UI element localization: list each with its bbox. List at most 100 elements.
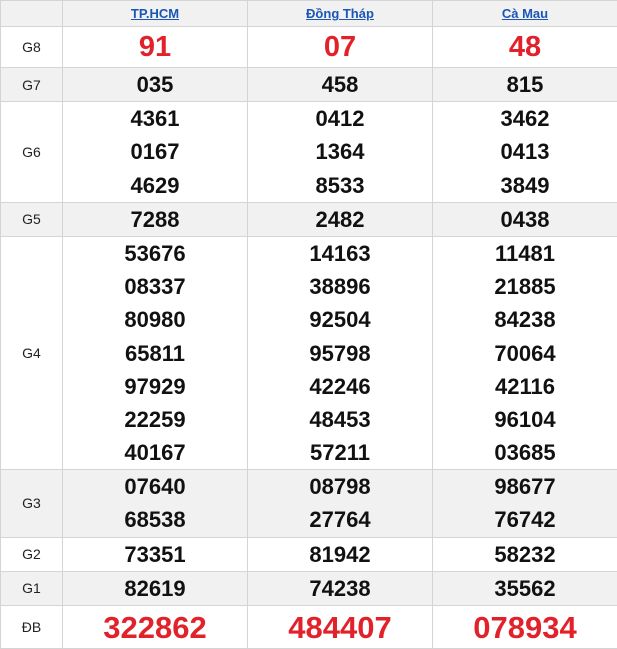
result-cell: 0438 <box>433 202 617 236</box>
result-number: 42116 <box>433 370 617 403</box>
result-number: 57211 <box>248 436 432 469</box>
province-header: Đồng Tháp <box>248 1 433 27</box>
result-cell: 11481 21885 84238 70064 42116 96104 0368… <box>433 236 617 469</box>
result-number: 96104 <box>433 403 617 436</box>
prize-label: ĐB <box>1 606 63 649</box>
prize-row-g7: G7 035 458 815 <box>1 68 617 102</box>
result-cell: 35562 <box>433 571 617 605</box>
result-cell: 74238 <box>248 571 433 605</box>
result-number: 21885 <box>433 270 617 303</box>
result-number: 815 <box>433 68 617 101</box>
result-cell: 82619 <box>63 571 248 605</box>
result-number: 53676 <box>63 237 247 270</box>
prize-row-g1: G1 82619 74238 35562 <box>1 571 617 605</box>
prize-label: G6 <box>1 102 63 203</box>
result-number: 98677 <box>433 470 617 503</box>
result-cell: 458 <box>248 68 433 102</box>
result-number: 035 <box>63 68 247 101</box>
result-number: 27764 <box>248 503 432 536</box>
header-corner <box>1 1 63 27</box>
result-number: 74238 <box>248 572 432 605</box>
prize-label: G4 <box>1 236 63 469</box>
result-number: 81942 <box>248 538 432 571</box>
prize-row-g5: G5 7288 2482 0438 <box>1 202 617 236</box>
result-cell: 078934 <box>433 606 617 649</box>
result-number: 08337 <box>63 270 247 303</box>
prize-label: G8 <box>1 27 63 68</box>
result-cell: 98677 76742 <box>433 470 617 537</box>
result-cell: 07 <box>248 27 433 68</box>
result-cell: 81942 <box>248 537 433 571</box>
result-number: 76742 <box>433 503 617 536</box>
prize-row-g8: G8 91 07 48 <box>1 27 617 68</box>
result-number: 0412 <box>248 102 432 135</box>
result-number: 8533 <box>248 169 432 202</box>
result-cell: 035 <box>63 68 248 102</box>
result-cell: 2482 <box>248 202 433 236</box>
prize-label: G1 <box>1 571 63 605</box>
result-number: 48 <box>433 33 617 62</box>
result-number: 0413 <box>433 135 617 168</box>
result-cell: 0412 1364 8533 <box>248 102 433 203</box>
result-number: 82619 <box>63 572 247 605</box>
result-number: 14163 <box>248 237 432 270</box>
result-number: 68538 <box>63 503 247 536</box>
result-number: 07640 <box>63 470 247 503</box>
result-number: 4629 <box>63 169 247 202</box>
result-cell: 7288 <box>63 202 248 236</box>
result-number: 4361 <box>63 102 247 135</box>
prize-row-g6: G6 4361 0167 4629 0412 1364 8533 3462 04… <box>1 102 617 203</box>
province-link-ca-mau[interactable]: Cà Mau <box>502 6 548 21</box>
result-number: 58232 <box>433 538 617 571</box>
result-number: 11481 <box>433 237 617 270</box>
result-cell: 91 <box>63 27 248 68</box>
result-cell: 07640 68538 <box>63 470 248 537</box>
result-number: 48453 <box>248 403 432 436</box>
result-number: 91 <box>63 33 247 62</box>
result-number: 2482 <box>248 203 432 236</box>
result-number: 80980 <box>63 303 247 336</box>
result-number: 03685 <box>433 436 617 469</box>
result-cell: 53676 08337 80980 65811 97929 22259 4016… <box>63 236 248 469</box>
result-number: 7288 <box>63 203 247 236</box>
result-number: 70064 <box>433 337 617 370</box>
result-number: 97929 <box>63 370 247 403</box>
prize-row-g4: G4 53676 08337 80980 65811 97929 22259 4… <box>1 236 617 469</box>
result-number: 73351 <box>63 538 247 571</box>
result-number: 07 <box>248 33 432 62</box>
lottery-results-table: TP.HCM Đồng Tháp Cà Mau G8 91 07 48 G7 0… <box>0 0 617 649</box>
province-header: TP.HCM <box>63 1 248 27</box>
prize-label: G3 <box>1 470 63 537</box>
result-number: 322862 <box>63 612 247 643</box>
result-cell: 14163 38896 92504 95798 42246 48453 5721… <box>248 236 433 469</box>
result-number: 95798 <box>248 337 432 370</box>
result-number: 0438 <box>433 203 617 236</box>
result-number: 3849 <box>433 169 617 202</box>
result-number: 40167 <box>63 436 247 469</box>
prize-label: G2 <box>1 537 63 571</box>
result-cell: 48 <box>433 27 617 68</box>
province-header: Cà Mau <box>433 1 617 27</box>
prize-label: G7 <box>1 68 63 102</box>
result-number: 078934 <box>433 612 617 643</box>
result-number: 0167 <box>63 135 247 168</box>
prize-label: G5 <box>1 202 63 236</box>
province-link-tphcm[interactable]: TP.HCM <box>131 6 179 21</box>
result-number: 08798 <box>248 470 432 503</box>
result-number: 22259 <box>63 403 247 436</box>
result-cell: 3462 0413 3849 <box>433 102 617 203</box>
result-cell: 4361 0167 4629 <box>63 102 248 203</box>
result-cell: 815 <box>433 68 617 102</box>
prize-row-g2: G2 73351 81942 58232 <box>1 537 617 571</box>
result-number: 92504 <box>248 303 432 336</box>
result-cell: 73351 <box>63 537 248 571</box>
result-cell: 08798 27764 <box>248 470 433 537</box>
prize-row-special: ĐB 322862 484407 078934 <box>1 606 617 649</box>
result-number: 35562 <box>433 572 617 605</box>
province-link-dong-thap[interactable]: Đồng Tháp <box>306 6 374 21</box>
result-number: 84238 <box>433 303 617 336</box>
result-number: 65811 <box>63 337 247 370</box>
result-cell: 322862 <box>63 606 248 649</box>
result-number: 42246 <box>248 370 432 403</box>
result-cell: 58232 <box>433 537 617 571</box>
